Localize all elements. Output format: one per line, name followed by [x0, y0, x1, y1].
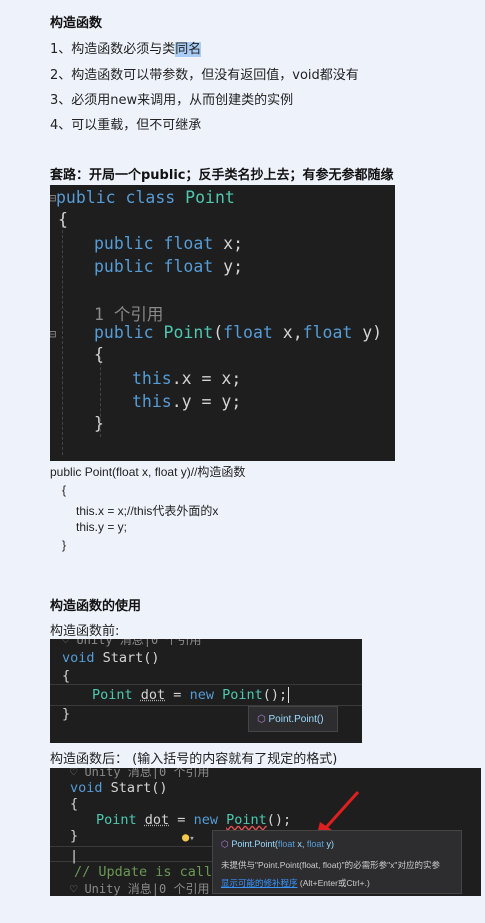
plain-code-line: this.x = x;//this代表外面的x — [76, 504, 219, 518]
keyword: public — [94, 323, 164, 342]
code-line: public float x; — [94, 234, 243, 253]
variable-name: dot — [140, 687, 166, 703]
signature-tooltip[interactable]: ⬡ Point.Point() — [248, 706, 338, 732]
code-text: y) — [362, 323, 383, 342]
method-icon: ⬡ — [221, 839, 232, 849]
method-icon: ⬡ — [257, 714, 266, 725]
code-text: ( — [213, 323, 224, 342]
reference-count[interactable]: ♡ Unity 消息|0 个引用 — [70, 768, 209, 780]
popup-fix-row: 显示可能的修补程序 (Alt+Enter或Ctrl+.) — [221, 877, 370, 889]
text-cursor — [288, 687, 290, 703]
code-line: Point dot = new Point(); — [92, 687, 290, 703]
lightbulb-icon[interactable]: ●▾ — [182, 830, 195, 844]
keyword: void — [62, 650, 103, 666]
rule-item-4: 4、可以重载，但不可继承 — [50, 118, 202, 133]
type-name: Point — [185, 188, 235, 207]
code-line: public Point(float x,float y) — [94, 323, 382, 342]
code-text: = — [165, 687, 190, 703]
code-text: .x = x; — [171, 369, 242, 388]
keyword: float — [223, 323, 283, 342]
tooltip-signature: Point.Point() — [268, 714, 324, 725]
code-text: (); — [262, 687, 288, 703]
rule-item-1: 1、构造函数必须与类同名 — [50, 38, 202, 57]
plain-code-line: this.y = y; — [76, 520, 128, 534]
code-line: { — [58, 210, 68, 229]
section-title-usage: 构造函数的使用 — [50, 599, 142, 614]
code-line: this.y = y; — [132, 392, 241, 411]
popup-shortcut: (Alt+Enter或Ctrl+.) — [297, 878, 370, 888]
rule-item-3: 3、必须用new来调用，从而创建类的实例 — [50, 93, 294, 108]
code-line: { — [94, 345, 104, 364]
code-line: void Start() — [70, 780, 168, 796]
code-line: } — [70, 828, 79, 844]
code-text: Start() — [102, 650, 160, 666]
type-name: Point — [92, 687, 141, 703]
rule-item-2: 2、构造函数可以带参数，但没有返回值，void都没有 — [50, 68, 359, 83]
code-text: x; — [223, 234, 244, 253]
code-line: Point dot = new Point(); — [96, 812, 291, 828]
quick-info-popup[interactable]: ⬡ Point.Point(float x, float y) 未提供与"Poi… — [212, 830, 462, 894]
type-name: Point — [222, 687, 263, 703]
rule-item-1-text: 1、构造函数必须与类 — [50, 42, 176, 57]
code-line: void Start() — [62, 650, 160, 666]
keyword: public class — [56, 188, 186, 207]
fold-marker[interactable]: ⊟ — [50, 327, 56, 341]
code-text: (); — [266, 812, 292, 828]
text-cursor: | — [70, 848, 79, 864]
code-block-class-point: ⊟ public class Point { public float x; p… — [50, 185, 395, 461]
type-name: Point — [96, 812, 145, 828]
code-text: x, — [282, 323, 303, 342]
code-line: } — [62, 706, 71, 722]
keyword: this — [132, 369, 172, 388]
reference-count[interactable]: ♡ Unity 消息|0 个引用 — [70, 880, 209, 896]
code-line: } — [94, 414, 104, 433]
popup-signature: ⬡ Point.Point(float x, float y) — [221, 839, 334, 849]
after-label: 构造函数后： (输入括号的内容就有了规定的格式) — [50, 752, 338, 767]
code-line: public class Point — [56, 188, 235, 207]
section-title-constructor: 构造函数 — [50, 16, 103, 31]
keyword: this — [132, 392, 172, 411]
plain-code-line: { — [62, 483, 67, 497]
before-label: 构造函数前: — [50, 624, 120, 639]
keyword: void — [70, 780, 111, 796]
reference-count[interactable]: ♡ Unity 消息|0 个引用 — [62, 639, 201, 648]
code-text: .y = y; — [171, 392, 242, 411]
keyword: float — [302, 323, 363, 342]
routine-heading: 套路：开局一个public；反手类名抄上去；有参无参都随缘 — [50, 168, 394, 183]
code-block-after: ♡ Unity 消息|0 个引用 void Start() { Point do… — [50, 768, 481, 896]
code-line: { — [70, 796, 79, 812]
code-text: = — [169, 812, 194, 828]
popup-error-message: 未提供与"Point.Point(float, float)"的必需形参"x"对… — [221, 860, 440, 870]
type-name-error: Point — [226, 812, 267, 828]
variable-name: dot — [144, 812, 170, 828]
reference-count[interactable]: 1 个引用 — [94, 301, 163, 325]
plain-code-line: } — [62, 538, 67, 552]
type-name: Point — [163, 323, 214, 342]
indent-guide — [62, 215, 63, 455]
keyword: public float — [94, 234, 224, 253]
keyword: new — [193, 812, 227, 828]
code-text: Start() — [110, 780, 168, 796]
code-text: y; — [223, 257, 244, 276]
plain-code-line: public Point(float x, float y)//构造函数 — [50, 465, 246, 479]
show-fixes-link[interactable]: 显示可能的修补程序 — [221, 878, 298, 888]
code-line: public float y; — [94, 257, 243, 276]
code-block-before: ♡ Unity 消息|0 个引用 void Start() { Point do… — [50, 639, 362, 743]
keyword: public float — [94, 257, 224, 276]
rule-item-1-highlight: 同名 — [175, 42, 202, 57]
code-line: this.x = x; — [132, 369, 241, 388]
code-line: { — [62, 668, 71, 684]
keyword: new — [189, 687, 223, 703]
